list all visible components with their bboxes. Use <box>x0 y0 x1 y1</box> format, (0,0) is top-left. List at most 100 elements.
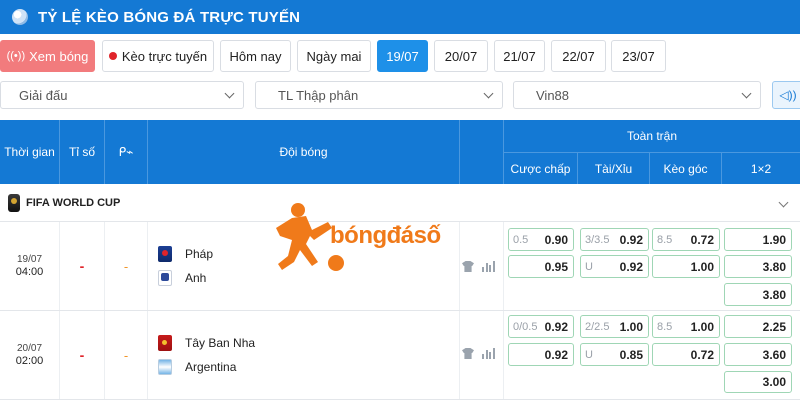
odd-1x2-draw[interactable]: 3.80 <box>724 255 792 278</box>
tab-label: 22/07 <box>562 48 595 64</box>
col-extra <box>460 120 504 184</box>
corners-over-odd[interactable]: 8.5 1.00 <box>652 315 720 338</box>
world-cup-trophy-icon <box>8 193 20 212</box>
home-team-name: Pháp <box>185 247 214 261</box>
league-row[interactable]: FIFA WORLD CUP <box>0 184 800 222</box>
home-team[interactable]: Pháp <box>158 246 213 262</box>
tab-date-2007[interactable]: 20/07 <box>434 40 488 72</box>
away-team[interactable]: Anh <box>158 270 206 286</box>
col-playstation: ᑭ⌁ <box>105 120 148 184</box>
match-score: - <box>60 222 105 310</box>
speaker-icon: ◁)) <box>779 88 797 102</box>
playstation-icon: ᑭ⌁ <box>118 145 134 159</box>
under-odd[interactable]: U 0.85 <box>580 343 649 366</box>
col-1x2: 1×2 <box>722 152 800 184</box>
odd-value: 1.00 <box>619 319 643 334</box>
match-score: - <box>60 311 105 399</box>
under-odd[interactable]: U 0.92 <box>580 255 649 278</box>
under-label: U <box>585 348 593 361</box>
col-teams: Đội bóng <box>148 120 460 184</box>
odd-value: 3.00 <box>762 375 786 389</box>
over-odd[interactable]: 2/2.5 1.00 <box>580 315 649 338</box>
odds-format-select[interactable]: TL Thập phân <box>255 81 503 109</box>
total-line: 2/2.5 <box>585 320 610 333</box>
over-odd[interactable]: 3/3.5 0.92 <box>580 228 649 251</box>
col-full-match: Toàn trận <box>626 129 678 143</box>
bookmaker-value: Vin88 <box>536 87 570 103</box>
tab-ngay-mai[interactable]: Ngày mai <box>297 40 371 72</box>
england-crest-icon <box>158 270 172 286</box>
tab-label: 23/07 <box>622 48 655 64</box>
tab-hom-nay[interactable]: Hôm nay <box>220 40 291 72</box>
chevron-down-icon <box>483 88 494 98</box>
bookmaker-select[interactable]: Vin88 <box>513 81 761 109</box>
handicap-line: 0.5 <box>513 233 529 246</box>
tab-date-2307[interactable]: 23/07 <box>611 40 666 72</box>
odd-1x2-home[interactable]: 2.25 <box>724 315 792 338</box>
match-time: 20/07 02:00 <box>0 311 60 399</box>
odd-1x2-draw[interactable]: 3.60 <box>724 343 792 366</box>
odd-1x2-away[interactable]: 3.80 <box>724 283 792 306</box>
handicap-away-odd[interactable]: 0.92 <box>508 343 574 366</box>
corners-line: 8.5 <box>657 320 673 333</box>
broadcast-icon: ((•)) <box>6 50 26 62</box>
live-dot-icon <box>108 52 117 60</box>
shirt-icon[interactable] <box>462 348 474 359</box>
odd-1x2-home[interactable]: 1.90 <box>724 228 792 251</box>
corners-over-odd[interactable]: 8.5 0.72 <box>652 228 720 251</box>
tab-date-2207[interactable]: 22/07 <box>551 40 606 72</box>
away-team-name: Argentina <box>185 360 237 374</box>
odd-value: 0.92 <box>619 232 643 247</box>
page-title: TỶ LỆ KÈO BÓNG ĐÁ TRỰC TUYẾN <box>38 8 301 26</box>
tab-label: Hôm nay <box>229 48 282 64</box>
home-team[interactable]: Tây Ban Nha <box>158 335 255 351</box>
tab-label: Ngày mai <box>306 48 362 64</box>
sound-toggle-button[interactable]: ◁)) <box>772 81 800 109</box>
match-hour: 02:00 <box>15 355 44 367</box>
under-label: U <box>585 260 593 273</box>
col-score: Tỉ số <box>60 120 105 184</box>
page-header: TỶ LỆ KÈO BÓNG ĐÁ TRỰC TUYẾN <box>0 0 800 34</box>
match-minute: - <box>105 222 148 310</box>
watermark-text: bóngđásố <box>330 222 441 249</box>
total-line: 3/3.5 <box>585 233 610 246</box>
argentina-crest-icon <box>158 359 172 375</box>
odd-value: 0.72 <box>690 347 714 362</box>
match-time: 19/07 04:00 <box>0 222 60 310</box>
france-crest-icon <box>158 246 172 262</box>
corners-under-odd[interactable]: 0.72 <box>652 343 720 366</box>
stats-icon[interactable] <box>482 348 495 359</box>
odd-1x2-away[interactable]: 3.00 <box>724 371 792 393</box>
odd-value: 1.00 <box>690 259 714 274</box>
tab-label: 20/07 <box>444 48 478 64</box>
odds-table-header: Thời gian Tỉ số ᑭ⌁ Đội bóng Toàn trận Cư… <box>0 120 800 184</box>
league-select[interactable]: Giải đấu <box>0 81 244 109</box>
match-minute: - <box>105 311 148 399</box>
handicap-home-odd[interactable]: 0/0.5 0.92 <box>508 315 574 338</box>
tab-label: Kèo trực tuyến <box>121 48 208 64</box>
tab-date-1907[interactable]: 19/07 <box>377 40 428 72</box>
tab-keo-truc-tuyen[interactable]: Kèo trực tuyến <box>102 40 214 72</box>
tab-xem-bong[interactable]: ((•)) Xem bóng <box>0 40 95 72</box>
odd-value: 1.90 <box>762 232 786 247</box>
tab-label: 19/07 <box>386 48 419 64</box>
chevron-down-icon[interactable] <box>778 197 789 208</box>
handicap-line: 0/0.5 <box>513 320 538 333</box>
odd-value: 0.85 <box>619 347 643 362</box>
corners-under-odd[interactable]: 1.00 <box>652 255 720 278</box>
odd-value: 3.80 <box>762 259 786 274</box>
away-team[interactable]: Argentina <box>158 359 236 375</box>
spain-crest-icon <box>158 335 172 351</box>
chevron-down-icon <box>224 88 235 98</box>
tab-date-2107[interactable]: 21/07 <box>494 40 545 72</box>
handicap-away-odd[interactable]: 0.95 <box>508 255 574 278</box>
league-select-value: Giải đấu <box>19 87 68 103</box>
shirt-icon[interactable] <box>462 261 474 272</box>
handicap-home-odd[interactable]: 0.5 0.90 <box>508 228 574 251</box>
odd-value: 1.00 <box>690 319 714 334</box>
match-date: 19/07 <box>16 254 43 265</box>
odd-value: 0.92 <box>544 347 568 362</box>
stats-icon[interactable] <box>482 261 495 272</box>
col-handicap: Cược chấp <box>504 152 578 184</box>
tab-label: Xem bóng <box>29 48 89 64</box>
